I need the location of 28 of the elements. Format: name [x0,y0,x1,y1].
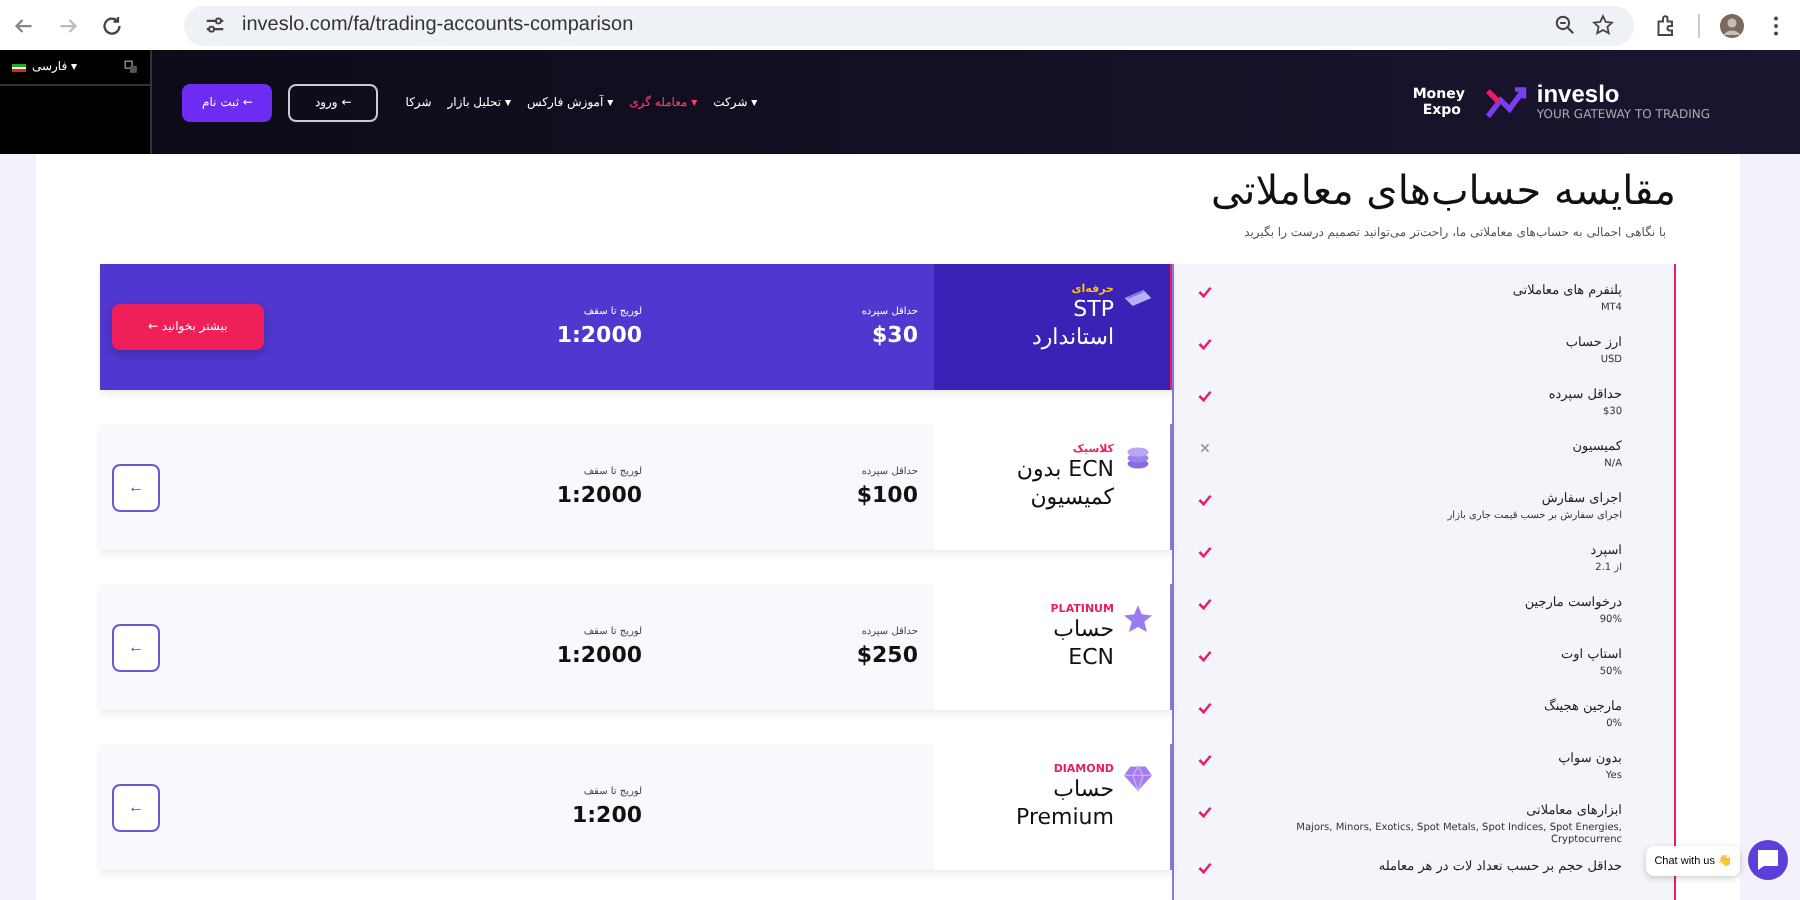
address-bar[interactable]: inveslo.com/fa/trading-accounts-comparison [184,5,1634,45]
zoom-icon[interactable] [1554,14,1576,36]
card-icon [1122,284,1154,312]
account-name: ECN بدون کمیسیون [1016,456,1114,512]
stat-value: 1:2000 [554,322,642,348]
site-settings-icon[interactable] [204,14,226,36]
gem-icon [1122,764,1154,792]
avatar-icon[interactable] [1720,13,1744,37]
chat-icon [1756,848,1780,872]
stat-value: 1:2000 [554,642,642,668]
arrow-button[interactable]: ← [112,783,160,831]
brand-name[interactable]: inveslo [1536,82,1710,106]
star-icon [1122,604,1154,632]
coins-icon [1122,444,1154,472]
arrow-button[interactable]: ← [112,463,160,511]
extensions-icon[interactable] [1654,13,1678,37]
star-icon[interactable] [1592,14,1614,36]
back-icon[interactable] [12,13,36,37]
page-title: مقایسه حساب‌های معاملاتی [1208,166,1676,214]
translate-icon[interactable] [124,60,138,74]
stat-value: 1:2000 [554,482,642,508]
stat-value: $30 [870,322,918,348]
stat-value: $100 [854,482,918,508]
stat-value: 1:200 [569,802,642,828]
reload-icon[interactable] [100,13,124,37]
logo-icon [1484,84,1529,120]
arrow-button[interactable]: ← [112,623,160,671]
stat-value: $250 [854,642,918,668]
